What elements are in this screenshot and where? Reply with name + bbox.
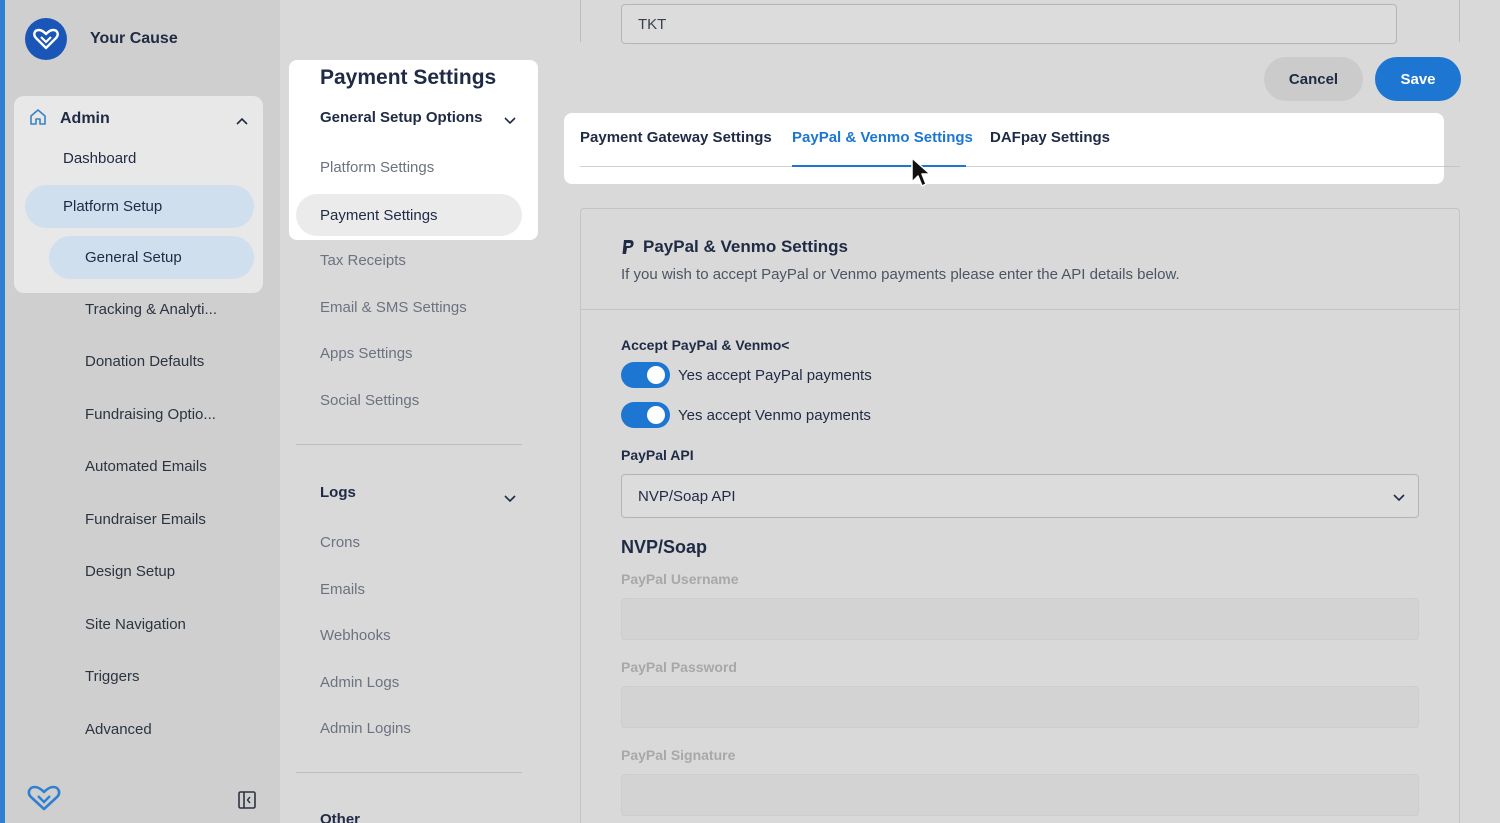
input-value: TKT	[638, 15, 667, 33]
sidebar-item-tracking[interactable]: Tracking & Analyti...	[85, 301, 217, 318]
card-divider	[581, 309, 1459, 310]
menu-item-admin-logins[interactable]: Admin Logins	[320, 720, 411, 737]
paypal-icon	[621, 239, 635, 255]
password-label: PayPal Password	[621, 659, 737, 675]
card-title: PayPal & Venmo Settings	[621, 237, 848, 257]
content-border	[1459, 0, 1460, 42]
sidebar-item-general-setup[interactable]: General Setup	[49, 236, 254, 279]
menu-item-social-settings[interactable]: Social Settings	[320, 392, 419, 409]
sidebar-item-advanced[interactable]: Advanced	[85, 721, 152, 738]
venmo-toggle-label: Yes accept Venmo payments	[678, 406, 871, 424]
settings-tabs: Payment Gateway Settings PayPal & Venmo …	[564, 113, 1444, 184]
toggle-knob	[647, 366, 665, 384]
sidebar-item-platform-setup[interactable]: Platform Setup	[25, 185, 254, 228]
menu-item-apps-settings[interactable]: Apps Settings	[320, 345, 413, 362]
sidebar-item-donation-defaults[interactable]: Donation Defaults	[85, 353, 204, 370]
paypal-toggle-row[interactable]: Yes accept PayPal payments	[621, 362, 872, 388]
sidebar-item-fundraising-options[interactable]: Fundraising Optio...	[85, 406, 216, 423]
chevron-down-icon[interactable]	[503, 490, 517, 508]
signature-field[interactable]	[621, 774, 1419, 816]
heart-logo-icon	[25, 18, 67, 60]
sidebar-item-automated-emails[interactable]: Automated Emails	[85, 458, 207, 475]
active-tab-indicator	[792, 165, 966, 167]
payment-settings-popover: Payment Settings General Setup Options P…	[289, 60, 538, 240]
accept-label: Accept PayPal & Venmo<	[621, 337, 790, 353]
sidebar-item-label: Platform Setup	[63, 198, 163, 215]
content-border	[580, 0, 581, 42]
venmo-toggle[interactable]	[621, 402, 670, 428]
chevron-down-icon[interactable]	[503, 818, 517, 823]
text-input[interactable]: TKT	[621, 4, 1397, 44]
tab-dafpay[interactable]: DAFpay Settings	[990, 129, 1110, 146]
heart-footer-icon[interactable]	[27, 784, 61, 817]
collapse-sidebar-icon[interactable]	[237, 790, 257, 815]
sidebar-item-site-navigation[interactable]: Site Navigation	[85, 616, 186, 633]
sidebar-item-label: General Setup	[85, 249, 182, 266]
sidebar-item-triggers[interactable]: Triggers	[85, 668, 139, 685]
sidebar-item-design-setup[interactable]: Design Setup	[85, 563, 175, 580]
toggle-knob	[647, 406, 665, 424]
select-value: NVP/Soap API	[638, 487, 736, 505]
admin-label: Admin	[60, 110, 110, 127]
card-title-text: PayPal & Venmo Settings	[643, 237, 849, 256]
cancel-button[interactable]: Cancel	[1264, 57, 1363, 101]
menu-item-crons[interactable]: Crons	[320, 534, 360, 551]
chevron-up-icon	[236, 112, 248, 130]
menu-item-platform-settings[interactable]: Platform Settings	[320, 159, 434, 176]
brand[interactable]: Your Cause	[25, 18, 178, 60]
menu-item-label: Payment Settings	[320, 206, 438, 224]
card-subtitle: If you wish to accept PayPal or Venmo pa…	[621, 266, 1180, 283]
chevron-down-icon[interactable]	[503, 112, 517, 130]
paypal-toggle[interactable]	[621, 362, 670, 388]
menu-item-admin-logs[interactable]: Admin Logs	[320, 674, 399, 691]
tab-payment-gateway[interactable]: Payment Gateway Settings	[580, 129, 772, 146]
paypal-api-label: PayPal API	[621, 447, 694, 463]
home-icon	[28, 107, 48, 132]
username-label: PayPal Username	[621, 571, 739, 587]
menu-item-webhooks[interactable]: Webhooks	[320, 627, 391, 644]
nvp-soap-heading: NVP/Soap	[621, 537, 708, 557]
sidebar: Your Cause Admin Dashboard Platform Setu…	[5, 0, 280, 823]
menu-item-emails[interactable]: Emails	[320, 581, 365, 598]
paypal-api-select[interactable]: NVP/Soap API	[621, 474, 1419, 518]
tabs-baseline	[580, 166, 1444, 167]
menu-item-payment-settings[interactable]: Payment Settings	[296, 194, 522, 236]
password-field[interactable]	[621, 686, 1419, 728]
menu-divider	[296, 444, 522, 445]
username-field[interactable]	[621, 598, 1419, 640]
menu-item-tax-receipts[interactable]: Tax Receipts	[320, 252, 406, 269]
paypal-venmo-card: PayPal & Venmo Settings If you wish to a…	[580, 208, 1460, 823]
signature-label: PayPal Signature	[621, 747, 736, 763]
menu-divider	[296, 772, 522, 773]
venmo-toggle-row[interactable]: Yes accept Venmo payments	[621, 402, 871, 428]
tab-paypal-venmo[interactable]: PayPal & Venmo Settings	[792, 129, 973, 146]
chevron-down-icon	[1392, 489, 1406, 506]
popover-title: Payment Settings	[320, 66, 497, 89]
paypal-toggle-label: Yes accept PayPal payments	[678, 366, 872, 384]
brand-name: Your Cause	[90, 30, 178, 47]
mouse-cursor-icon	[910, 156, 932, 193]
sidebar-item-fundraiser-emails[interactable]: Fundraiser Emails	[85, 511, 206, 528]
tabs-baseline	[1444, 166, 1460, 167]
menu-group-logs[interactable]: Logs	[320, 484, 356, 501]
menu-group-other[interactable]: Other	[320, 811, 360, 823]
sidebar-item-dashboard[interactable]: Dashboard	[63, 150, 136, 167]
admin-nav-group: Admin Dashboard Platform Setup General S…	[14, 96, 263, 293]
save-button[interactable]: Save	[1375, 57, 1461, 101]
menu-item-email-sms[interactable]: Email & SMS Settings	[320, 299, 467, 316]
menu-group-general-setup[interactable]: General Setup Options	[320, 109, 483, 126]
admin-toggle[interactable]: Admin	[28, 108, 250, 130]
